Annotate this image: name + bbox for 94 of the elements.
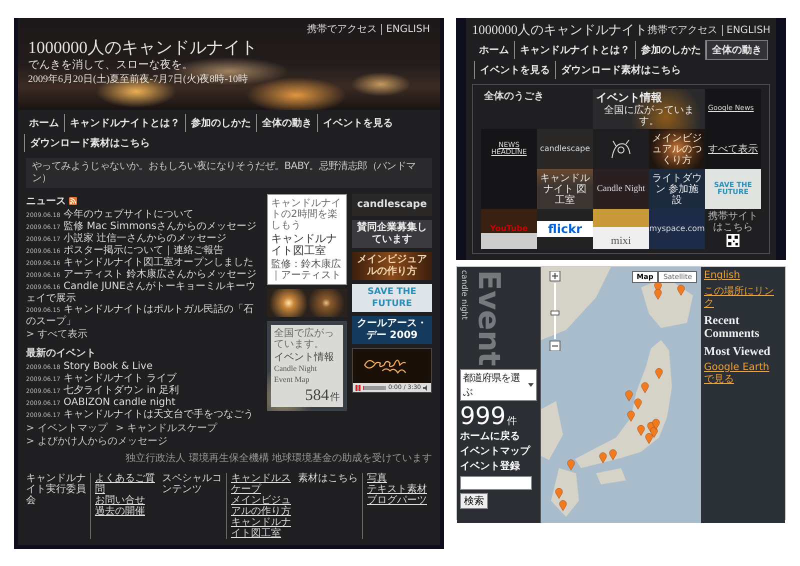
sidebar-link[interactable]: イベント登録 [460, 461, 537, 474]
content-tile[interactable]: Candle Night [593, 169, 649, 210]
top-link[interactable]: English [704, 270, 782, 282]
card-subtitle: Candle Night [274, 365, 318, 374]
grant-note: 独立行政法人 環境再生保全機構 地球環境基金の助成を受けています [124, 452, 433, 466]
event-map-card[interactable]: 全国で広がっています。 イベント情報 Candle Night Event Map 584件 [271, 325, 343, 408]
banner-link[interactable]: 賛同企業募集しています [352, 220, 432, 248]
content-tile[interactable]: イベント情報 全国に広がっています。 [593, 89, 705, 130]
content-tile[interactable]: flickr [537, 209, 593, 250]
nav-link[interactable]: キャンドルナイトとは？ [64, 114, 185, 132]
qr-code-icon [725, 234, 741, 248]
banner-link[interactable]: メインビジュアルの作り方 [352, 252, 432, 280]
search-field[interactable] [460, 476, 532, 490]
prefecture-select[interactable]: 都道府県を選ぶ [460, 369, 537, 402]
event-link[interactable]: > よびかけ人からのメッセージ [26, 436, 168, 447]
header-link[interactable]: 携帯でアクセス [307, 22, 378, 36]
header-link[interactable]: ENGLISH [381, 24, 430, 34]
top-link[interactable]: この場所にリンク [704, 286, 782, 310]
event-dates: 2009年6月20日(土)夏至前夜-7月7日(火)夜8時-10時 [28, 74, 249, 86]
workshop-card[interactable]: キャンドルナイトの2時間を楽しもう キャンドルナイト図工室 監修：鈴木康広｜アーティスト [267, 194, 347, 286]
page-heading: Event [473, 270, 503, 366]
show-all-link[interactable]: > すべて表示 [26, 329, 262, 340]
tile-label: flickr [548, 222, 582, 236]
zoom-control[interactable] [549, 271, 561, 352]
sidebar-link[interactable]: ホームに戻る [460, 431, 537, 444]
tile-label: イベント情報 [596, 92, 662, 104]
tile-subtitle: 全国に広がっています。 [603, 104, 695, 127]
section-heading: Most Viewed [704, 344, 772, 358]
footer-link[interactable]: キャンドルスケープ [231, 473, 296, 495]
card-title: キャンドルナイト図工室 [271, 233, 338, 258]
footer-heading: スペシャルコンテンツ [162, 473, 222, 497]
news-heading: ニュース [26, 195, 66, 208]
nav-tab[interactable]: ダウンロード素材はこちら [555, 61, 686, 80]
tile-label: すべて表示 [708, 144, 758, 155]
sidebar-link[interactable]: イベントマップ [460, 446, 537, 458]
event-count: 584 [305, 386, 329, 404]
nav-tab[interactable]: 全体の動き [706, 41, 767, 60]
tile-label: candlescape [540, 144, 590, 154]
nav-link[interactable]: イベントを見る [317, 114, 398, 132]
nav-tab[interactable]: ホーム [474, 41, 514, 60]
quote-ticker: やってみようじゃないか。おもしろい夜になりそうだぜ。BABY。忌野清志郎（バンドマン） [26, 158, 432, 188]
nav-link[interactable]: 全体の動き [256, 114, 317, 132]
card-subtitle: Event Map [274, 376, 310, 385]
tile-label: 全体のうごき [484, 91, 544, 102]
google-earth-link[interactable]: Google Earth で見る [704, 362, 782, 386]
tile-label: Candle Night [596, 184, 646, 194]
footer-link[interactable]: メインビジュアルの作り方 [231, 495, 296, 517]
footer-link[interactable]: テキスト素材 [367, 484, 432, 495]
card-title: イベント情報 [274, 352, 335, 364]
content-tile[interactable]: myspace.com [649, 209, 705, 250]
event-count: 999 [460, 404, 506, 428]
footer-link[interactable]: キャンドルナイト図工室 [231, 517, 296, 539]
banner-link[interactable]: クールアース・デー 2009 [352, 316, 432, 344]
tagline: でんきを消して、スローな夜を。 [28, 59, 194, 73]
card-kicker: キャンドルナイトの2時間を楽しもう [271, 198, 342, 231]
nav-tab[interactable]: イベントを見る [474, 61, 555, 80]
nav-link[interactable]: ホーム [24, 114, 64, 132]
banner-link[interactable]: candlescape [352, 194, 432, 216]
content-tile[interactable]: すべて表示 [705, 129, 761, 170]
count-unit: 件 [506, 415, 517, 428]
caret-icon [528, 383, 534, 388]
header-link[interactable]: 携帯でアクセス [648, 23, 718, 38]
events-heading: 最新のイベント [26, 346, 96, 360]
footer-link[interactable]: 過去の開催 [95, 506, 160, 517]
brand-text: candle night [460, 270, 469, 322]
footer-link[interactable]: お問い合せ [95, 495, 160, 506]
pause-icon[interactable] [355, 384, 361, 390]
footer-link[interactable]: よくあるご質問 [95, 473, 160, 495]
nav-link[interactable]: 参加のしかた [185, 114, 256, 132]
nav-tab[interactable]: キャンドルナイトとは？ [514, 41, 635, 60]
card-kicker: 全国で広がっています。 [274, 328, 335, 350]
count-unit: 件 [330, 392, 340, 403]
search-button[interactable]: 検索 [460, 493, 488, 510]
tile-label: YouTube [490, 224, 528, 234]
footer-heading: キャンドルナイト実行委員会 [26, 473, 86, 508]
nav-link[interactable]: ダウンロード素材はこちら [24, 134, 155, 152]
tile-label: myspace.com [649, 224, 705, 234]
progress-track[interactable] [363, 386, 386, 390]
header-link[interactable]: ENGLISH [722, 24, 770, 36]
card-credit: 監修：鈴木康広｜アーティスト [271, 259, 342, 282]
section-heading: Recent Comments [704, 314, 760, 341]
footer-heading: 素材はこちら [298, 473, 358, 486]
event-link[interactable]: > キャンドルスケープ [116, 423, 218, 434]
content-tile [481, 169, 537, 210]
footer-link[interactable]: 写真 [367, 473, 432, 484]
tile-label: 携帯サイトはこちら [708, 211, 758, 234]
site-title: 1000000人のキャンドルナイト [28, 37, 258, 58]
site-title: 1000000人のキャンドルナイト [472, 22, 648, 38]
content-tile[interactable]: candlescape [537, 129, 593, 170]
footer-link[interactable]: ブログパーツ [367, 495, 432, 506]
tile-label: mixi [610, 235, 632, 248]
content-tile[interactable]: mixi [593, 209, 649, 250]
event-link[interactable]: > イベントマップ [26, 423, 108, 434]
rss-icon[interactable] [69, 197, 77, 205]
